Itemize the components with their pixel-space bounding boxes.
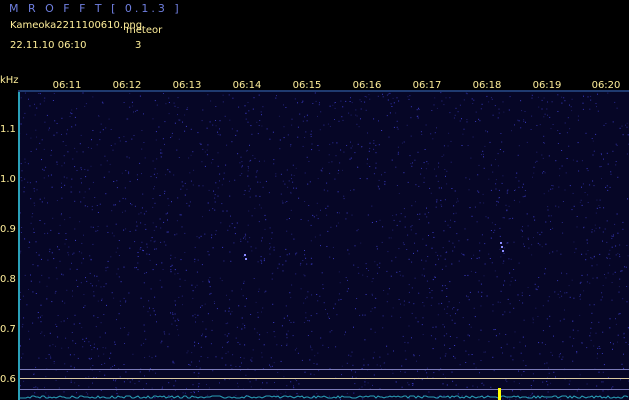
signal-trace [20, 388, 629, 400]
spectrogram-noise [18, 92, 629, 400]
meteor-label: meteor [126, 25, 163, 36]
y-tick-1-1: 1.1 [0, 124, 16, 135]
signal-trace-line [20, 395, 629, 399]
frequency-axis-bar [18, 92, 20, 400]
y-tick-1-0: 1.0 [0, 174, 16, 185]
y-tick-0-7: 0.7 [0, 324, 16, 335]
app-title: M R O F F T [ 0.1.3 ] [9, 2, 182, 15]
meteor-count: 3 [135, 40, 142, 51]
y-tick-0-6: 0.6 [0, 374, 16, 385]
band-line-upper [20, 369, 629, 370]
khz-unit-label: kHz [0, 75, 19, 86]
file-name: Kameoka2211100610.png [10, 20, 143, 31]
band-line-middle [20, 378, 629, 379]
detection-spike [498, 388, 501, 400]
datetime: 22.11.10 06:10 [10, 40, 87, 51]
spectrogram-canvas [18, 92, 629, 400]
y-tick-0-8: 0.8 [0, 274, 16, 285]
timeline-top-bar [18, 90, 629, 92]
y-tick-0-9: 0.9 [0, 224, 16, 235]
